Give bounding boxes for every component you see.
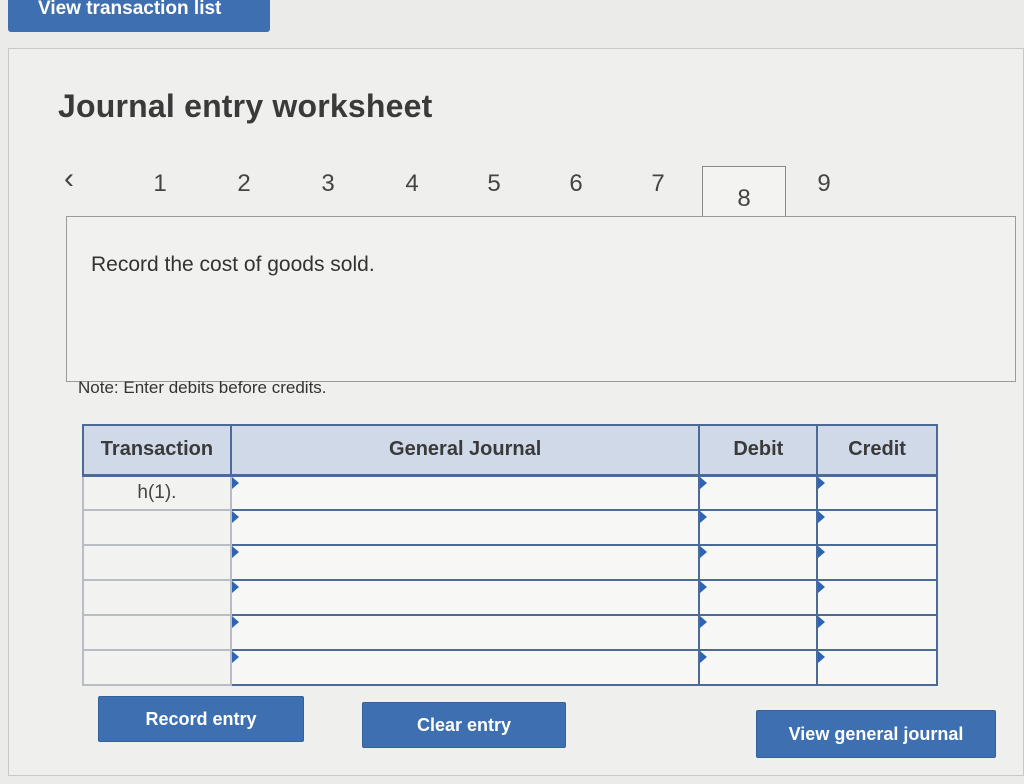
dropdown-marker-icon xyxy=(818,651,826,663)
credit-input[interactable] xyxy=(816,614,938,651)
step-tab-1[interactable]: 1 xyxy=(140,170,180,198)
record-entry-button[interactable]: Record entry xyxy=(98,696,304,742)
dropdown-marker-icon xyxy=(818,581,826,593)
dropdown-marker-icon xyxy=(231,581,239,593)
dropdown-marker-icon xyxy=(818,546,826,558)
dropdown-marker-icon xyxy=(700,581,708,593)
dropdown-marker-icon xyxy=(231,476,239,489)
view-transaction-list-button[interactable]: View transaction list xyxy=(8,0,270,32)
transaction-cell xyxy=(82,614,232,651)
credit-header: Credit xyxy=(816,424,938,477)
journal-header-row: Transaction General Journal Debit Credit xyxy=(82,424,938,477)
step-tab-3[interactable]: 3 xyxy=(308,170,348,198)
dropdown-marker-icon xyxy=(818,616,826,628)
dropdown-marker-icon xyxy=(231,616,239,628)
journal-table: Transaction General Journal Debit Credit… xyxy=(82,424,938,686)
general-journal-input[interactable] xyxy=(229,474,701,511)
dropdown-marker-icon xyxy=(818,511,826,523)
credit-input[interactable] xyxy=(816,509,938,546)
transaction-cell: h(1). xyxy=(82,474,232,511)
dropdown-marker-icon xyxy=(231,511,239,523)
step-tab-2[interactable]: 2 xyxy=(224,170,264,198)
step-tab-4[interactable]: 4 xyxy=(392,170,432,198)
general-journal-input[interactable] xyxy=(229,614,701,651)
step-tab-6[interactable]: 6 xyxy=(556,170,596,198)
general-journal-input[interactable] xyxy=(229,649,701,686)
general-journal-input[interactable] xyxy=(229,509,701,546)
table-row xyxy=(82,544,938,581)
debit-input[interactable] xyxy=(698,509,819,546)
page-title: Journal entry worksheet xyxy=(58,88,433,124)
debit-header: Debit xyxy=(698,424,819,477)
dropdown-marker-icon xyxy=(700,651,708,663)
general-journal-header: General Journal xyxy=(229,424,701,477)
dropdown-marker-icon xyxy=(700,546,708,558)
credit-input[interactable] xyxy=(816,649,938,686)
debit-input[interactable] xyxy=(698,474,819,511)
transaction-cell xyxy=(82,649,232,686)
transaction-cell xyxy=(82,509,232,546)
table-row xyxy=(82,509,938,546)
credit-input[interactable] xyxy=(816,474,938,511)
chevron-left-icon[interactable]: ‹ xyxy=(64,162,74,196)
entry-note: Note: Enter debits before credits. xyxy=(78,378,327,397)
transaction-cell xyxy=(82,544,232,581)
general-journal-input[interactable] xyxy=(229,544,701,581)
step-tab-7[interactable]: 7 xyxy=(638,170,678,198)
debit-input[interactable] xyxy=(698,614,819,651)
transaction-cell xyxy=(82,579,232,616)
debit-input[interactable] xyxy=(698,649,819,686)
table-row xyxy=(82,649,938,686)
clear-entry-button[interactable]: Clear entry xyxy=(362,702,566,748)
view-general-journal-button[interactable]: View general journal xyxy=(756,710,996,758)
debit-input[interactable] xyxy=(698,544,819,581)
table-row xyxy=(82,614,938,651)
debit-input[interactable] xyxy=(698,579,819,616)
table-row xyxy=(82,579,938,616)
credit-input[interactable] xyxy=(816,544,938,581)
table-row: h(1). xyxy=(82,474,938,511)
dropdown-marker-icon xyxy=(818,476,826,489)
dropdown-marker-icon xyxy=(231,651,239,663)
dropdown-marker-icon xyxy=(700,476,708,489)
step-tab-9[interactable]: 9 xyxy=(804,170,844,198)
dropdown-marker-icon xyxy=(700,616,708,628)
general-journal-input[interactable] xyxy=(229,579,701,616)
credit-input[interactable] xyxy=(816,579,938,616)
transaction-header: Transaction xyxy=(82,424,232,477)
instruction-box: Record the cost of goods sold. xyxy=(66,216,1016,382)
instruction-text: Record the cost of goods sold. xyxy=(91,253,375,276)
journal-entry-page: View transaction list Journal entry work… xyxy=(0,0,1024,784)
dropdown-marker-icon xyxy=(700,511,708,523)
step-tab-5[interactable]: 5 xyxy=(474,170,514,198)
dropdown-marker-icon xyxy=(231,546,239,558)
